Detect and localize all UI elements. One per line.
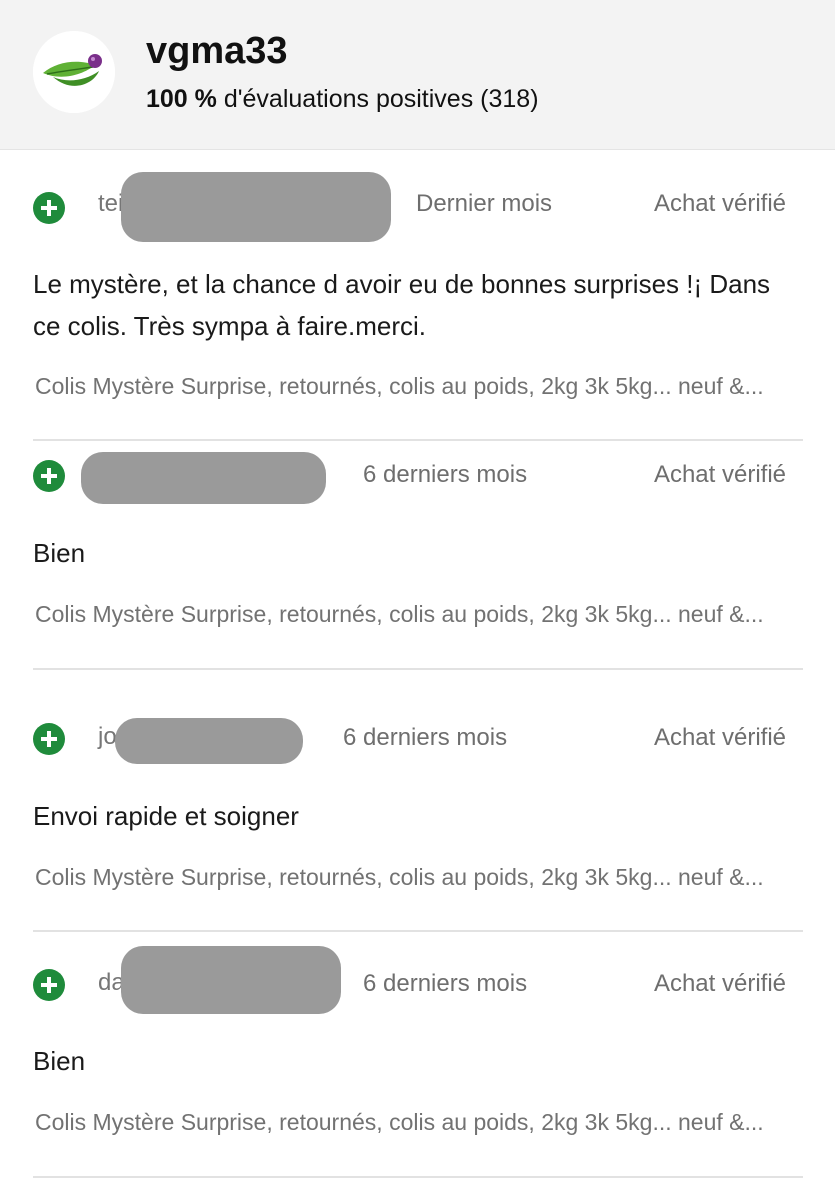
divider	[33, 930, 803, 932]
verified-purchase: Achat vérifié	[653, 461, 786, 488]
reviewer-name: jo	[98, 723, 117, 750]
purchased-item-link[interactable]: Colis Mystère Surprise, retournés, colis…	[35, 864, 803, 891]
review-comment: Bien	[33, 538, 86, 568]
seller-avatar[interactable]	[33, 31, 115, 113]
review-item: 6 derniers mois Achat vérifié Bien Colis…	[33, 442, 803, 672]
redaction-mark	[121, 946, 341, 1014]
positive-feedback-icon	[33, 192, 65, 224]
review-period: Dernier mois	[416, 190, 553, 217]
review-period: 6 derniers mois	[343, 724, 508, 751]
divider	[33, 439, 803, 441]
review-comment: Envoi rapide et soigner	[33, 801, 299, 831]
positive-feedback-icon	[33, 460, 65, 492]
seller-header: vgma33 100 % d'évaluations positives (31…	[0, 0, 835, 150]
review-comment: Le mystère, et la chance d avoir eu de b…	[33, 269, 771, 341]
positive-feedback-icon	[33, 723, 65, 755]
rating-percent: 100 %	[146, 85, 217, 113]
leaf-logo-icon	[33, 31, 115, 113]
rating-text: d'évaluations positives (318)	[223, 85, 539, 113]
divider	[33, 1176, 803, 1178]
seller-name[interactable]: vgma33	[146, 30, 288, 73]
verified-purchase: Achat vérifié	[653, 970, 786, 997]
verified-purchase: Achat vérifié	[653, 724, 786, 751]
review-period: 6 derniers mois	[363, 970, 528, 997]
review-item: da 6 derniers mois Achat vérifié Bien Co…	[33, 934, 803, 1184]
reviewer-name: tei	[98, 190, 124, 217]
review-period: 6 derniers mois	[363, 461, 528, 488]
review-item: tei Dernier mois Achat vérifié Le mystèr…	[33, 150, 803, 442]
redaction-mark	[81, 452, 326, 504]
redaction-mark	[115, 718, 303, 764]
verified-purchase: Achat vérifié	[653, 190, 786, 217]
review-comment: Bien	[33, 1046, 86, 1076]
purchased-item-link[interactable]: Colis Mystère Surprise, retournés, colis…	[35, 373, 803, 400]
positive-feedback-icon	[33, 969, 65, 1001]
review-item: jo 6 derniers mois Achat vérifié Envoi r…	[33, 672, 803, 934]
purchased-item-link[interactable]: Colis Mystère Surprise, retournés, colis…	[35, 1109, 803, 1136]
redaction-mark	[121, 172, 391, 242]
divider	[33, 668, 803, 670]
purchased-item-link[interactable]: Colis Mystère Surprise, retournés, colis…	[35, 601, 803, 628]
seller-rating: 100 % d'évaluations positives (318)	[146, 85, 539, 114]
